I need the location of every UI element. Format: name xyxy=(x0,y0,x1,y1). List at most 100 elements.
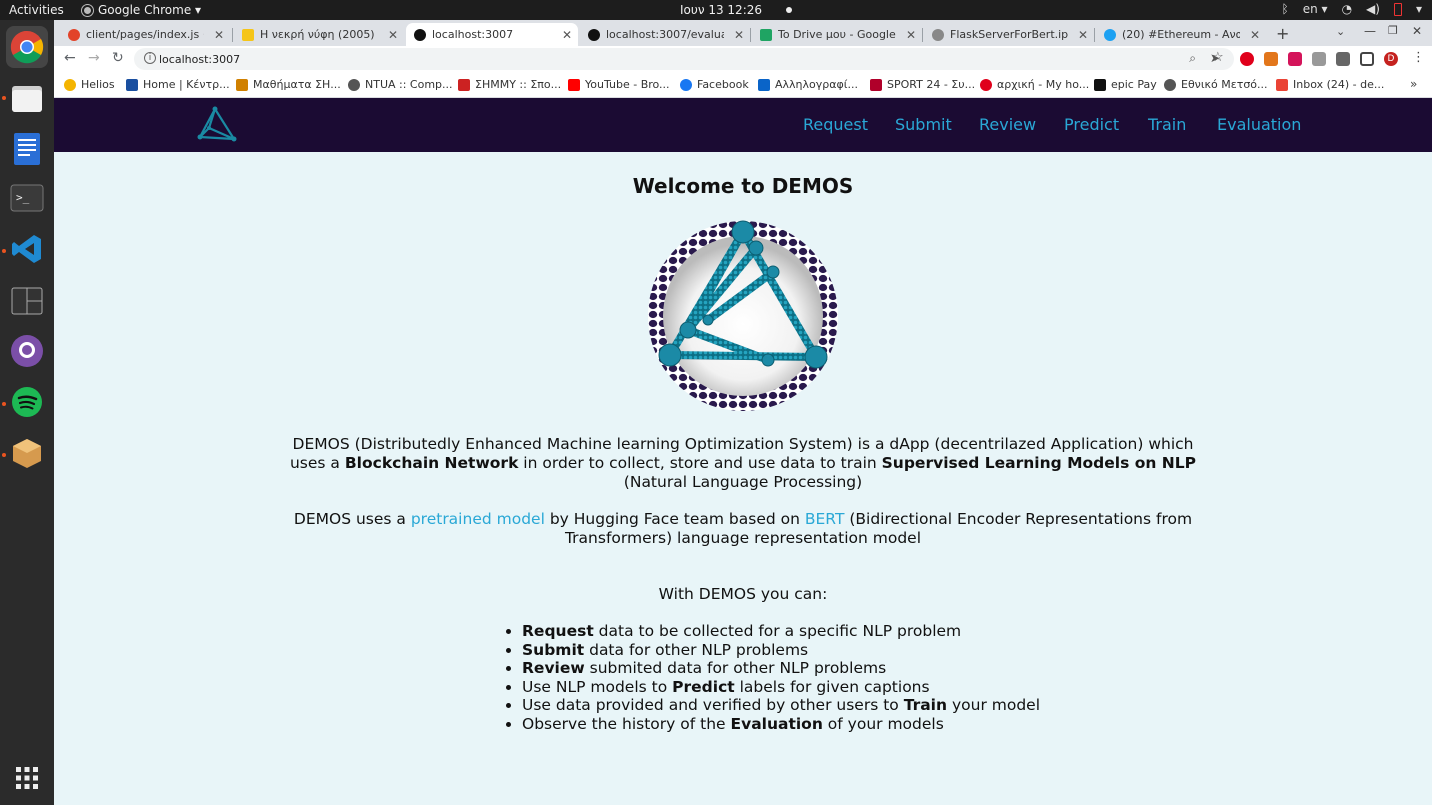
back-button[interactable]: ← xyxy=(64,50,76,66)
vscode-icon xyxy=(12,235,41,263)
app-menu[interactable]: Google Chrome ▾ xyxy=(82,3,201,17)
close-icon[interactable]: ✕ xyxy=(562,28,572,42)
running-indicator xyxy=(2,453,6,457)
bookmark-item[interactable]: Εθνικό Μετσό... xyxy=(1164,78,1268,91)
show-apps-icon xyxy=(16,767,38,789)
bookmark-label: Inbox (24) - de... xyxy=(1293,78,1385,91)
close-icon[interactable]: ✕ xyxy=(1250,28,1260,42)
dock-terminal-emulator[interactable] xyxy=(6,280,48,322)
activities-button[interactable]: Activities xyxy=(9,3,64,17)
browser-toolbar: ← → ↻ i localhost:3007 ⌕ ➤ ☆ D ⋮ xyxy=(54,46,1432,72)
browser-tab[interactable]: client/pages/index.js · m ✕ xyxy=(60,23,230,46)
language-indicator[interactable]: en ▾ xyxy=(1303,2,1328,16)
running-indicator xyxy=(2,402,6,406)
feature-text: data for other NLP problems xyxy=(584,640,809,659)
browser-tab[interactable]: (20) #Ethereum - Αναζήτ ✕ xyxy=(1096,23,1266,46)
demos-logo-icon[interactable] xyxy=(197,106,237,142)
restore-button[interactable]: ❐ xyxy=(1388,24,1398,37)
nav-review[interactable]: Review xyxy=(979,115,1036,134)
bookmark-item[interactable]: ΣΗΜΜΥ :: Σπο... xyxy=(458,78,561,91)
feature-predict: Use NLP models to Predict labels for giv… xyxy=(522,678,1040,697)
browser-tab[interactable]: FlaskServerForBert.ipyn ✕ xyxy=(924,23,1094,46)
bookmark-item[interactable]: Helios xyxy=(64,78,115,91)
intro-paragraph: DEMOS (Distributedly Enhanced Machine le… xyxy=(284,435,1202,492)
nav-request[interactable]: Request xyxy=(803,115,868,134)
bookmark-label: Helios xyxy=(81,78,115,91)
feature-keyword: Train xyxy=(903,696,948,715)
system-tray[interactable]: ᛒ en ▾ ◔ ◀) ▾ xyxy=(1282,2,1422,16)
bookmark-icon xyxy=(236,78,248,91)
nav-train[interactable]: Train xyxy=(1148,115,1186,134)
bluetooth-icon[interactable]: ᛒ xyxy=(1282,2,1289,16)
forward-button[interactable]: → xyxy=(88,50,100,66)
bookmark-item[interactable]: SPORT 24 - Συ... xyxy=(870,78,975,91)
close-icon[interactable]: ✕ xyxy=(388,28,398,42)
nav-evaluation[interactable]: Evaluation xyxy=(1217,115,1301,134)
volume-icon[interactable]: ◀) xyxy=(1366,2,1380,16)
bert-link[interactable]: BERT xyxy=(805,510,845,528)
dock-chrome[interactable] xyxy=(6,26,48,68)
bookmark-label: αρχική - My ho... xyxy=(997,78,1090,91)
wifi-icon[interactable]: ◔ xyxy=(1342,2,1352,16)
browser-tab[interactable]: localhost:3007/evaluatic ✕ xyxy=(580,23,750,46)
close-icon[interactable]: ✕ xyxy=(1078,28,1088,42)
dock-package[interactable] xyxy=(6,432,48,474)
close-window-button[interactable]: ✕ xyxy=(1412,24,1422,38)
bookmark-item[interactable]: αρχική - My ho... xyxy=(980,78,1089,91)
site-navbar: Request Submit Review Predict Train Eval… xyxy=(54,98,1432,152)
extension-icon[interactable] xyxy=(1312,52,1326,66)
close-icon[interactable]: ✕ xyxy=(734,28,744,42)
dock-text-editor[interactable] xyxy=(6,128,48,170)
bookmark-item[interactable]: NTUA :: Comp... xyxy=(348,78,453,91)
clock[interactable]: Ιουν 13 12:26 xyxy=(680,3,762,17)
opera-extension-icon[interactable] xyxy=(1240,52,1254,66)
dock-files[interactable] xyxy=(6,77,48,119)
zoom-icon[interactable]: ⌕ xyxy=(1189,51,1196,66)
github-desktop-icon xyxy=(11,335,43,367)
nav-predict[interactable]: Predict xyxy=(1064,115,1119,134)
nav-submit[interactable]: Submit xyxy=(895,115,952,134)
feature-train: Use data provided and verified by other … xyxy=(522,696,1040,715)
profile-avatar[interactable]: D xyxy=(1384,52,1398,66)
menu-kebab-icon[interactable]: ⋮ xyxy=(1412,50,1425,65)
bookmark-item[interactable]: Inbox (24) - de... xyxy=(1276,78,1384,91)
more-bookmarks-chevron-icon[interactable]: » xyxy=(1410,77,1417,91)
dock-github-desktop[interactable] xyxy=(6,330,48,372)
metamask-extension-icon[interactable] xyxy=(1264,52,1278,66)
extension-icon[interactable] xyxy=(1288,52,1302,66)
address-bar[interactable]: i localhost:3007 ⌕ ➤ xyxy=(134,48,1234,70)
bookmark-item[interactable]: Home | Κέντρ... xyxy=(126,78,230,91)
reload-button[interactable]: ↻ xyxy=(112,50,124,66)
dock-terminal[interactable]: >_ xyxy=(6,177,48,219)
bookmark-item[interactable]: epic Pay xyxy=(1094,78,1157,91)
dock-spotify[interactable] xyxy=(6,381,48,423)
tab-search-chevron-icon[interactable]: ⌄ xyxy=(1336,25,1345,38)
url-text[interactable]: localhost:3007 xyxy=(159,53,240,66)
site-info-icon[interactable]: i xyxy=(144,52,156,64)
bookmark-item[interactable]: Μαθήματα ΣΗ... xyxy=(236,78,341,91)
dock-show-apps[interactable] xyxy=(6,757,48,799)
browser-tab[interactable]: Η νεκρή νύφη (2005) - H ✕ xyxy=(234,23,404,46)
close-icon[interactable]: ✕ xyxy=(214,28,224,42)
outlook-icon xyxy=(758,78,770,91)
minimize-button[interactable]: — xyxy=(1364,24,1376,38)
power-menu-icon[interactable]: ▾ xyxy=(1416,2,1422,16)
pretrained-model-link[interactable]: pretrained model xyxy=(411,510,545,528)
bookmark-item[interactable]: Αλληλογραφί... xyxy=(758,78,858,91)
browser-tab-active[interactable]: localhost:3007 ✕ xyxy=(406,23,578,46)
running-indicator xyxy=(2,96,6,100)
puzzle-extensions-icon[interactable] xyxy=(1336,52,1350,66)
bookmark-icon xyxy=(1094,78,1106,91)
dock-vscode[interactable] xyxy=(6,228,48,270)
browser-tab[interactable]: To Drive μου - Google Dr ✕ xyxy=(752,23,922,46)
bookmark-item[interactable]: YouTube - Bro... xyxy=(568,78,670,91)
side-panel-icon[interactable] xyxy=(1360,52,1374,66)
bookmark-item[interactable]: Facebook xyxy=(680,78,749,91)
facebook-icon xyxy=(680,78,692,91)
bookmark-star-icon[interactable]: ☆ xyxy=(1212,50,1224,65)
feature-text: labels for given captions xyxy=(734,677,930,696)
youtube-icon xyxy=(568,78,580,91)
battery-icon[interactable] xyxy=(1393,2,1402,16)
close-icon[interactable]: ✕ xyxy=(906,28,916,42)
new-tab-button[interactable]: + xyxy=(1276,24,1289,43)
